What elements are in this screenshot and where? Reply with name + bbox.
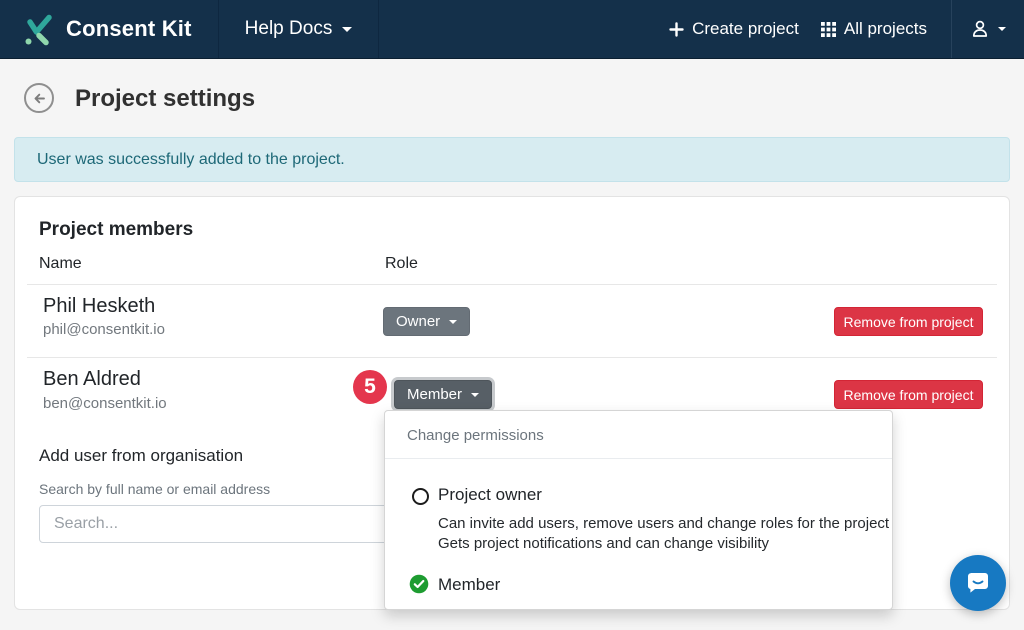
top-navbar: Consent Kit Help Docs Create project	[0, 0, 1024, 59]
option-description: Gets project notifications and can chang…	[438, 535, 769, 552]
change-permissions-menu: Change permissions Project owner Can inv…	[384, 410, 893, 610]
brand-home-link[interactable]: Consent Kit	[22, 0, 192, 58]
chevron-down-icon	[449, 320, 457, 324]
role-dropdown-button[interactable]: Owner	[383, 307, 470, 336]
account-menu-button[interactable]	[952, 0, 1024, 58]
success-alert: User was successfully added to the proje…	[14, 137, 1010, 182]
add-user-section-title: Add user from organisation	[39, 446, 243, 466]
remove-label: Remove from project	[844, 387, 974, 403]
chevron-down-icon	[342, 27, 352, 32]
role-dropdown-button[interactable]: Member	[394, 380, 492, 409]
add-user-search-hint: Search by full name or email address	[39, 481, 270, 497]
brand-title: Consent Kit	[66, 16, 192, 42]
navbar-right-group: Create project All projects	[669, 0, 1024, 58]
member-email: ben@consentkit.io	[43, 395, 167, 412]
member-email: phil@consentkit.io	[43, 321, 165, 338]
consent-kit-logo-icon	[22, 12, 56, 46]
plus-icon	[669, 22, 684, 37]
back-button[interactable]	[24, 83, 54, 113]
step-annotation-badge: 5	[353, 370, 387, 404]
table-header-divider	[27, 284, 997, 285]
chat-bubble-icon	[964, 569, 992, 597]
chevron-down-icon	[998, 27, 1006, 31]
remove-from-project-button[interactable]: Remove from project	[834, 307, 983, 336]
role-label: Member	[407, 386, 462, 403]
chevron-down-icon	[471, 393, 479, 397]
member-name: Phil Hesketh	[43, 295, 155, 318]
member-name: Ben Aldred	[43, 368, 141, 391]
radio-unselected-icon	[412, 488, 429, 505]
all-projects-label: All projects	[844, 19, 927, 39]
role-label: Owner	[396, 313, 440, 330]
create-project-label: Create project	[692, 19, 799, 39]
step-number: 5	[364, 375, 376, 399]
nav-help-docs[interactable]: Help Docs	[218, 0, 379, 58]
remove-label: Remove from project	[844, 314, 974, 330]
option-label: Member	[438, 575, 500, 595]
menu-header: Change permissions	[407, 427, 544, 444]
chat-launcher-button[interactable]	[950, 555, 1006, 611]
all-projects-button[interactable]: All projects	[821, 19, 927, 39]
remove-from-project-button[interactable]: Remove from project	[834, 380, 983, 409]
column-header-role: Role	[385, 255, 418, 273]
help-docs-label: Help Docs	[245, 18, 333, 40]
arrow-left-icon	[31, 90, 48, 107]
menu-divider	[385, 458, 892, 459]
alert-message: User was successfully added to the proje…	[37, 151, 345, 169]
table-row-divider	[27, 357, 997, 358]
option-label: Project owner	[438, 485, 542, 505]
create-project-button[interactable]: Create project	[669, 19, 799, 39]
grid-icon	[821, 22, 836, 37]
project-settings-screen: Consent Kit Help Docs Create project	[0, 0, 1024, 630]
user-icon	[969, 18, 991, 40]
page-title: Project settings	[75, 84, 255, 114]
option-description: Can invite add users, remove users and c…	[438, 515, 889, 532]
check-circle-icon	[409, 574, 429, 594]
column-header-name: Name	[39, 255, 82, 273]
card-title: Project members	[39, 219, 193, 241]
